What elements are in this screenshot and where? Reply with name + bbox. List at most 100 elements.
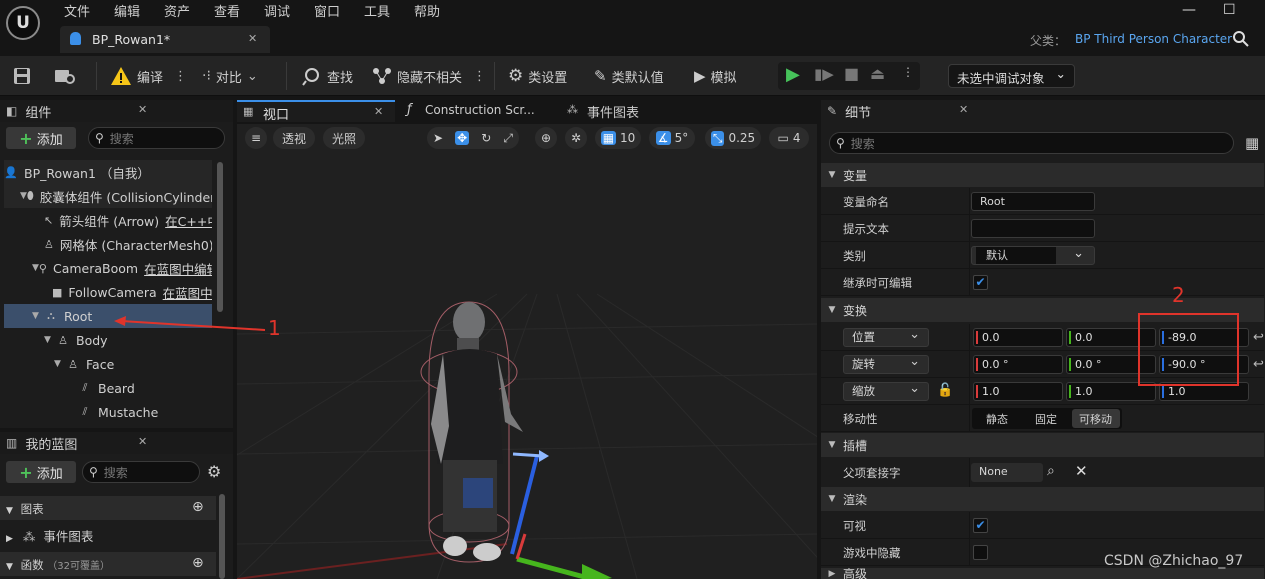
add-circle-icon[interactable]: ⊕ bbox=[192, 499, 204, 515]
perspective-button[interactable]: 透视 bbox=[273, 127, 315, 149]
blueprint-scrollbar[interactable] bbox=[219, 494, 225, 579]
menu-file[interactable]: 文件 bbox=[64, 1, 90, 20]
simulate-button[interactable]: ▶ 模拟 bbox=[694, 56, 737, 96]
grid-snap-button[interactable]: ▦ 10 bbox=[595, 127, 641, 149]
tree-item-self[interactable]: 👤 BP_Rowan1 （自我） bbox=[4, 160, 212, 184]
select-icon[interactable]: ➤ bbox=[433, 131, 443, 145]
compile-button[interactable]: 编译 ⋮ bbox=[110, 56, 187, 96]
tab-event-graph[interactable]: ⁂ 事件图表 bbox=[567, 100, 687, 122]
gear-icon[interactable]: ⚙ bbox=[207, 462, 221, 481]
components-scrollbar[interactable] bbox=[217, 162, 223, 312]
rotation-x-field[interactable]: 0.0 ° bbox=[973, 355, 1063, 374]
add-member-button[interactable]: + 添加 bbox=[6, 461, 76, 483]
viewport-options-button[interactable]: ≡ bbox=[245, 127, 267, 149]
event-graph-item[interactable]: ▶ ⁂ 事件图表 bbox=[0, 522, 216, 546]
rotate-icon[interactable]: ↻ bbox=[481, 131, 491, 145]
mobility-static[interactable]: 静态 bbox=[986, 411, 1008, 427]
search-icon[interactable] bbox=[1232, 30, 1250, 48]
hide-unrelated-button[interactable]: 隐藏不相关 ⋮ bbox=[372, 56, 486, 96]
location-dropdown[interactable]: 位置 bbox=[843, 326, 929, 347]
tab-construction-script[interactable]: ƒ Construction Scr... bbox=[407, 100, 555, 122]
viewport[interactable]: ≡ 透视 光照 ➤ ✥ ↻ ⤢ ⊕ ✲ ▦ 10 ∡ 5° ⤡ 0.25 ▭ 4 bbox=[237, 124, 817, 579]
edit-in-blueprint-link[interactable]: 在蓝图中编辑 bbox=[144, 259, 212, 278]
camera-speed-button[interactable]: ▭ 4 bbox=[769, 127, 809, 149]
close-icon[interactable]: ✕ bbox=[374, 105, 383, 118]
editable-when-inherited-checkbox[interactable]: ✔ bbox=[973, 275, 988, 290]
stop-icon[interactable]: ■ bbox=[844, 64, 859, 83]
eject-icon[interactable]: ⏏ bbox=[870, 64, 885, 83]
debug-target-dropdown[interactable]: 未选中调试对象 ⌄ bbox=[948, 64, 1075, 88]
visible-checkbox[interactable]: ✔ bbox=[973, 518, 988, 533]
diff-button[interactable]: ⋅⁝ 对比 ⌄ bbox=[202, 56, 258, 96]
variable-section[interactable]: ▼ 变量 bbox=[821, 163, 1264, 187]
tree-item-mustache[interactable]: ⫽ Mustache bbox=[4, 400, 212, 424]
tree-item-beard[interactable]: ⫽ Beard bbox=[4, 376, 212, 400]
close-icon[interactable]: ✕ bbox=[138, 435, 147, 448]
tree-item-face[interactable]: ▼ ♙ Face bbox=[4, 352, 212, 376]
maximize-button[interactable]: ☐ bbox=[1223, 2, 1236, 18]
expand-arrow-icon[interactable]: ▼ bbox=[32, 263, 39, 273]
sockets-section[interactable]: ▼ 插槽 bbox=[821, 433, 1264, 457]
tooltip-field[interactable] bbox=[971, 219, 1095, 238]
play-icon[interactable]: ▶ bbox=[786, 64, 800, 85]
more-options-icon[interactable]: ⋮ bbox=[902, 65, 914, 79]
lock-icon[interactable]: 🔓 bbox=[937, 383, 953, 398]
location-x-field[interactable]: 0.0 bbox=[973, 328, 1063, 347]
expand-arrow-icon[interactable]: ▼ bbox=[44, 335, 56, 345]
close-icon[interactable]: ✕ bbox=[138, 103, 147, 116]
clear-icon[interactable]: ✕ bbox=[1075, 462, 1088, 480]
tree-item-capsule[interactable]: ▼ ⬮ 胶囊体组件 (CollisionCylinder) bbox=[4, 184, 212, 208]
browse-button[interactable] bbox=[54, 56, 78, 96]
advanced-section[interactable]: ▶ 高级 bbox=[821, 568, 1264, 579]
expand-arrow-icon[interactable]: ▼ bbox=[20, 191, 27, 201]
close-icon[interactable]: ✕ bbox=[959, 103, 968, 116]
hidden-in-game-checkbox[interactable] bbox=[973, 545, 988, 560]
rotation-dropdown[interactable]: 旋转 bbox=[843, 353, 929, 374]
scale-dropdown[interactable]: 缩放 bbox=[843, 380, 929, 401]
move-icon[interactable]: ✥ bbox=[455, 131, 470, 145]
menu-edit[interactable]: 编辑 bbox=[114, 1, 140, 20]
transform-gizmo[interactable] bbox=[477, 444, 617, 579]
tree-item-follow-camera[interactable]: ■ FollowCamera 在蓝图中编辑 bbox=[4, 280, 212, 304]
browse-socket-icon[interactable]: ⌕ bbox=[1047, 463, 1055, 479]
surface-snap-button[interactable]: ✲ bbox=[565, 127, 587, 149]
rendering-section[interactable]: ▼ 渲染 bbox=[821, 487, 1264, 511]
class-settings-button[interactable]: ⚙ 类设置 bbox=[508, 56, 567, 96]
step-icon[interactable]: ▮▶ bbox=[814, 65, 834, 83]
menu-view[interactable]: 查看 bbox=[214, 1, 240, 20]
more-options-icon[interactable]: ⋮ bbox=[473, 69, 486, 84]
find-button[interactable]: 查找 bbox=[302, 56, 353, 96]
add-circle-icon[interactable]: ⊕ bbox=[192, 555, 204, 571]
world-space-button[interactable]: ⊕ bbox=[535, 127, 557, 149]
variable-name-field[interactable]: Root bbox=[971, 192, 1095, 211]
functions-section[interactable]: ▼ 函数 （32可覆盖） ⊕ bbox=[0, 552, 216, 576]
minimize-button[interactable]: — bbox=[1182, 2, 1196, 18]
lit-button[interactable]: 光照 bbox=[323, 127, 365, 149]
tree-item-mesh[interactable]: ♙ 网格体 (CharacterMesh0) bbox=[4, 232, 212, 256]
add-component-button[interactable]: + 添加 bbox=[6, 127, 76, 149]
blueprint-search-input[interactable]: ⚲ 搜索 bbox=[82, 461, 200, 483]
menu-asset[interactable]: 资产 bbox=[164, 1, 190, 20]
tree-item-camera-boom[interactable]: ▼ ⚲ CameraBoom 在蓝图中编辑 bbox=[4, 256, 212, 280]
menu-tools[interactable]: 工具 bbox=[364, 1, 390, 20]
rotation-snap-button[interactable]: ∡ 5° bbox=[649, 127, 695, 149]
scale-x-field[interactable]: 1.0 bbox=[973, 382, 1063, 401]
components-search-input[interactable]: ⚲ 搜索 bbox=[88, 127, 225, 149]
table-view-icon[interactable]: ▦ bbox=[1245, 134, 1259, 152]
reset-arrow-icon[interactable]: ↩ bbox=[1253, 357, 1264, 372]
mobility-stationary[interactable]: 固定 bbox=[1035, 411, 1057, 427]
details-search-input[interactable]: ⚲ 搜索 bbox=[829, 132, 1234, 154]
mobility-movable[interactable]: 可移动 bbox=[1072, 409, 1120, 428]
more-options-icon[interactable]: ⋮ bbox=[174, 69, 187, 84]
edit-in-blueprint-link[interactable]: 在蓝图中编辑 bbox=[163, 283, 212, 302]
reset-arrow-icon[interactable]: ↩ bbox=[1253, 330, 1264, 345]
tree-item-arrow[interactable]: ↖ 箭头组件 (Arrow) 在C++中编辑 bbox=[4, 208, 212, 232]
menu-debug[interactable]: 调试 bbox=[264, 1, 290, 20]
edit-in-cpp-link[interactable]: 在C++中编辑 bbox=[165, 211, 212, 230]
menu-window[interactable]: 窗口 bbox=[314, 1, 340, 20]
expand-arrow-icon[interactable]: ▼ bbox=[32, 311, 44, 321]
document-tab[interactable]: BP_Rowan1* ✕ bbox=[60, 26, 270, 53]
scale-icon[interactable]: ⤢ bbox=[503, 131, 513, 146]
tab-viewport[interactable]: ▦ 视口 ✕ bbox=[237, 100, 395, 123]
parent-class-link[interactable]: BP Third Person Character bbox=[1075, 32, 1232, 46]
